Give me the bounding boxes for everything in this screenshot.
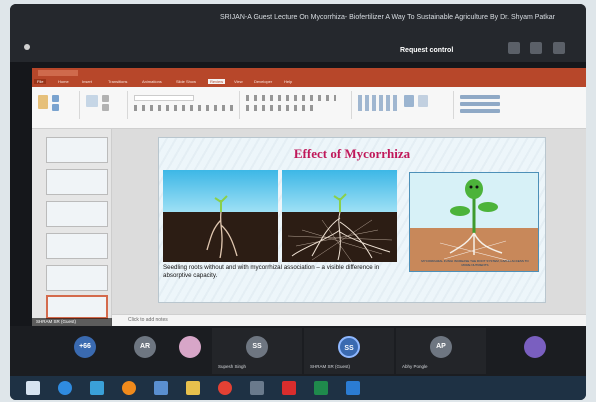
cut-icon[interactable] <box>52 95 59 102</box>
roots-with-mycorrhiza-image <box>282 170 397 262</box>
fullscreen-icon[interactable] <box>530 42 542 54</box>
tab-developer[interactable]: Developer <box>254 79 272 84</box>
select-icon[interactable] <box>460 109 500 113</box>
tab-transitions[interactable]: Transitions <box>108 79 127 84</box>
avatar: AR <box>134 336 156 358</box>
copy-icon[interactable] <box>52 104 59 111</box>
paste-icon[interactable] <box>38 95 48 109</box>
shapes-gallery[interactable] <box>358 95 398 111</box>
drawing-group <box>354 91 454 119</box>
replace-icon[interactable] <box>460 102 500 106</box>
new-slide-icon[interactable] <box>86 95 98 107</box>
avatar: +66 <box>74 336 96 358</box>
mycorrhizal-roots-drawing <box>287 193 393 262</box>
excel-icon[interactable] <box>314 381 328 395</box>
avatar-photo <box>179 336 201 358</box>
folder-icon[interactable] <box>186 381 200 395</box>
plant-caption: MYCORRHIZAL FUNGI INCREASE THE ROOT SYST… <box>421 259 529 267</box>
slide-thumbnail-selected[interactable] <box>46 295 108 319</box>
slide-thumbnail[interactable] <box>46 201 108 227</box>
notes-placeholder: Click to add notes <box>128 317 168 323</box>
edge-icon[interactable] <box>58 381 72 395</box>
participant-tile[interactable] <box>490 328 580 374</box>
monitor-icon[interactable] <box>90 381 104 395</box>
app-icon[interactable] <box>346 381 360 395</box>
tab-home[interactable]: Home <box>58 79 69 84</box>
arrange-icon[interactable] <box>404 95 414 107</box>
quick-access-toolbar[interactable] <box>38 70 78 76</box>
clipboard-group <box>34 91 80 119</box>
store-icon[interactable] <box>250 381 264 395</box>
meeting-title: SRIJAN-A Guest Lecture On Mycorrhiza- Bi… <box>220 14 555 21</box>
view-icon[interactable] <box>508 42 520 54</box>
avatar: SS <box>246 336 268 358</box>
slide-thumbnail[interactable] <box>46 233 108 259</box>
slide-title: Effect of Mycorrhiza <box>293 146 411 161</box>
participant-tile-active[interactable]: SS SHRAM SR (Guest) <box>304 328 394 374</box>
windows-icon[interactable] <box>26 381 40 395</box>
participant-tile[interactable] <box>170 328 210 374</box>
paragraph-group <box>242 91 352 119</box>
cartoon-plant-drawing <box>439 179 511 262</box>
participant-strip: +66 AR SS Supesh Singh SS SHRAM SR (Gues… <box>10 326 586 376</box>
photo-frame: SRIJAN-A Guest Lecture On Mycorrhiza- Bi… <box>0 0 596 402</box>
avatar: AP <box>430 336 452 358</box>
tab-help[interactable]: Help <box>284 79 292 84</box>
reset-icon[interactable] <box>102 104 109 111</box>
alignment-buttons[interactable] <box>246 105 316 111</box>
status-dot-icon <box>24 44 30 50</box>
tab-review[interactable]: Review <box>208 79 226 84</box>
roots-without-mycorrhiza-image <box>163 170 278 262</box>
slide-editor: Effect of Mycorrhiza Seedling roots with… <box>112 129 586 314</box>
slides-group <box>82 91 128 119</box>
request-control-button[interactable]: Request control <box>400 47 453 54</box>
tab-animations[interactable]: Animations <box>142 79 162 84</box>
font-format-buttons[interactable] <box>134 105 234 111</box>
participant-tile[interactable]: +66 <box>50 328 120 374</box>
mycorrhiza-plant-illustration: MYCORRHIZAL FUNGI INCREASE THE ROOT SYST… <box>409 172 539 272</box>
tab-insert[interactable]: Insert <box>82 79 92 84</box>
participant-tile[interactable]: AR <box>120 328 170 374</box>
slide[interactable]: Effect of Mycorrhiza Seedling roots with… <box>158 137 546 303</box>
tab-view[interactable]: View <box>234 79 243 84</box>
font-group <box>130 91 240 119</box>
windows-taskbar <box>10 376 586 400</box>
avatar: SS <box>338 336 360 358</box>
slide-thumbnail[interactable] <box>46 265 108 291</box>
avatar-photo <box>524 336 546 358</box>
pdf-icon[interactable] <box>282 381 296 395</box>
slide-thumbnail[interactable] <box>46 169 108 195</box>
tab-file[interactable]: File <box>34 79 47 84</box>
presenter-name-label: SHRAM SR (Guest) <box>32 318 112 326</box>
find-icon[interactable] <box>460 95 500 99</box>
quick-styles-icon[interactable] <box>418 95 428 107</box>
seedling-roots-drawing <box>206 195 238 259</box>
zoom-top-bar: SRIJAN-A Guest Lecture On Mycorrhiza- Bi… <box>10 4 586 62</box>
layout-icon[interactable] <box>102 95 109 102</box>
monitor-screen: SRIJAN-A Guest Lecture On Mycorrhiza- Bi… <box>10 4 586 400</box>
slide-thumbnail[interactable] <box>46 137 108 163</box>
slide-caption: Seedling roots without and with mycorrhi… <box>163 264 380 279</box>
notes-pane[interactable]: Click to add notes <box>112 314 586 326</box>
mail-icon[interactable] <box>154 381 168 395</box>
more-icon[interactable] <box>553 42 565 54</box>
participant-name: Supesh Singh <box>218 364 247 369</box>
editing-group <box>456 91 516 119</box>
powerpoint-window: File Home Insert Transitions Animations … <box>32 68 586 326</box>
ribbon <box>32 87 586 129</box>
firefox-icon[interactable] <box>122 381 136 395</box>
participant-tile[interactable]: SS Supesh Singh <box>212 328 302 374</box>
chrome-icon[interactable] <box>218 381 232 395</box>
ppt-titlebar <box>32 68 586 78</box>
slide-thumbnails <box>32 129 112 326</box>
font-select[interactable] <box>134 95 194 101</box>
paragraph-buttons[interactable] <box>246 95 336 101</box>
participant-name: SHRAM SR (Guest) <box>310 364 351 369</box>
participant-tile[interactable]: AP Abhy Pongle <box>396 328 486 374</box>
tab-slide-show[interactable]: Slide Show <box>176 79 196 84</box>
participant-name: Abhy Pongle <box>402 364 428 369</box>
ribbon-tabs: File Home Insert Transitions Animations … <box>32 78 586 87</box>
